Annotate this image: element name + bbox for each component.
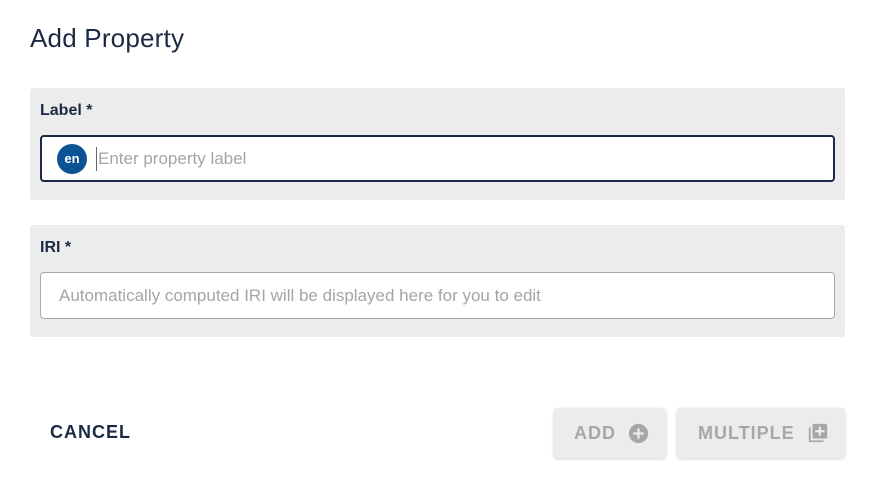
cancel-button[interactable]: CANCEL [50, 420, 131, 444]
iri-input[interactable] [57, 272, 834, 319]
multiple-button-label: MULTIPLE [698, 422, 795, 443]
dialog-title: Add Property [30, 23, 185, 53]
label-field-panel: Label * en [30, 88, 845, 200]
label-field-title: Label * [40, 102, 93, 119]
label-input-wrapper[interactable]: en [40, 135, 835, 182]
language-badge[interactable]: en [57, 143, 87, 174]
multiple-button[interactable]: MULTIPLE [677, 408, 845, 458]
iri-field-panel: IRI * [30, 225, 845, 337]
add-button[interactable]: ADD [554, 408, 666, 458]
property-label-input[interactable] [96, 146, 833, 171]
plus-circle-icon [628, 423, 649, 444]
add-button-label: ADD [574, 422, 616, 443]
library-add-icon [807, 422, 829, 444]
iri-input-wrapper[interactable] [40, 272, 835, 319]
iri-field-title: IRI * [40, 239, 72, 256]
add-property-dialog: Add Property Label * en IRI * CANCEL ADD… [0, 0, 875, 488]
